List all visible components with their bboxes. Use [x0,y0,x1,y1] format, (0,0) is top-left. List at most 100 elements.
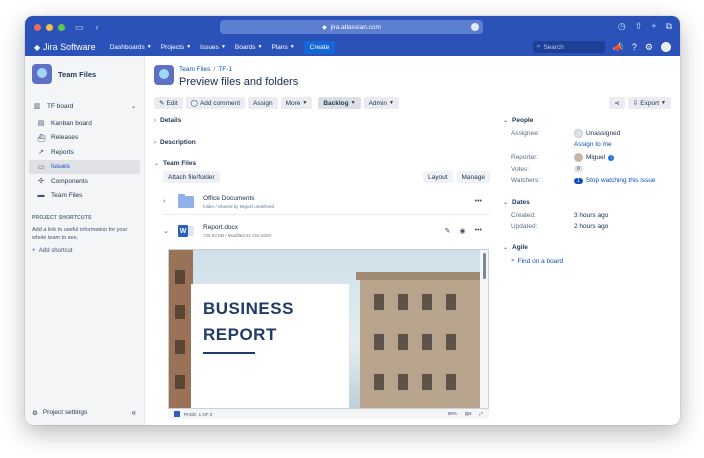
window-shape [422,374,432,390]
fullscreen-icon[interactable]: ⤢ [479,411,483,417]
assign-button[interactable]: Assign [248,97,278,109]
team-files-section-toggle[interactable]: ⌄ Team Files [154,160,196,167]
assign-to-me-link[interactable]: Assign to me [574,141,612,148]
new-tab-icon[interactable]: + [651,21,656,32]
chevron-right-icon[interactable]: › [163,198,175,205]
project-settings-link[interactable]: ⚙ Project settings « [32,408,136,417]
file-row-folder[interactable]: › Office Documents folder / Shared by Mi… [163,189,490,215]
find-on-board-link[interactable]: ⌕ Find on a board [511,257,563,265]
zoom-window-button[interactable] [58,23,65,31]
watchers-count-badge[interactable]: 1 [574,177,583,184]
sidebar-toggle-icon[interactable]: ▭ [75,22,84,33]
created-value: 3 hours ago [574,212,609,219]
updated-label: Updated: [511,223,538,230]
manage-button[interactable]: Manage [456,171,490,183]
gear-icon[interactable]: ⚙ [645,42,653,53]
sidebar-item-kanban-board[interactable]: ▤ Kanban board [29,116,140,131]
more-actions-icon[interactable]: ••• [475,198,482,205]
collapse-sidebar-icon[interactable]: « [132,408,136,417]
file-name[interactable]: Office Documents [203,195,274,202]
sidebar-item-releases[interactable]: ⛴ Releases [29,131,140,146]
create-button[interactable]: Create [303,40,336,54]
section-label: Agile [512,244,528,251]
window-shape [374,294,384,310]
word-file-icon [174,411,180,417]
chevron-down-icon[interactable]: ⌄ [163,227,175,235]
view-mode-icon[interactable]: ▤▾ [465,411,472,417]
more-actions-icon[interactable]: ••• [475,227,482,235]
document-preview[interactable]: BUSINESS REPORT [168,249,489,409]
sidebar-item-issues[interactable]: ▭ Issues [29,159,140,174]
window-shape [374,374,384,390]
help-icon[interactable]: ? [632,42,637,52]
project-shortcuts-heading: PROJECT SHORTCUTS [32,215,92,221]
preview-scrollbar[interactable] [480,250,488,408]
preview-scroll-thumb[interactable] [483,253,486,279]
close-window-button[interactable] [34,23,41,31]
project-header[interactable]: Team Files [25,56,144,84]
agile-section-toggle[interactable]: ⌄ Agile [503,244,528,251]
description-section-toggle[interactable]: › Description [154,139,196,146]
reporter-value[interactable]: Miguel i [574,153,615,162]
back-arrow-icon[interactable]: ‹ [96,22,99,32]
tabs-overview-icon[interactable]: ⧉ [666,21,672,32]
nav-issues[interactable]: Issues ▼ [200,44,226,51]
add-shortcut-link[interactable]: + Add shortcut [32,248,144,254]
people-section-toggle[interactable]: ⌄ People [503,117,533,124]
board-selector[interactable]: ▥ TF board ⌄ [33,102,136,111]
reload-icon[interactable] [471,23,479,31]
sidebar-item-label: Components [51,177,88,185]
issue-view: Team Files / TF-1 Preview files and folder… [145,56,680,425]
edit-button[interactable]: ✎ Edit [154,97,183,109]
minimize-window-button[interactable] [46,23,53,31]
share-button[interactable]: ⋖ [609,97,625,109]
notifications-icon[interactable]: 📣 [613,42,624,53]
layout-button[interactable]: Layout [422,171,453,183]
sidebar-item-reports[interactable]: ↗ Reports [29,145,140,160]
section-label: Team Files [163,160,197,167]
breadcrumb-project-link[interactable]: Team Files [179,66,210,73]
add-comment-button[interactable]: ◯ Add comment [185,97,246,109]
file-row-document[interactable]: ⌄ W Report.docx 725.63 KB / Modified 21-… [163,218,490,244]
votes-count-badge: 0 [574,166,583,172]
eye-icon[interactable]: ◉ [460,227,466,235]
section-label: Dates [512,199,530,206]
search-input[interactable]: ⌕ Search [532,41,605,53]
search-placeholder: Search [543,43,564,51]
window-shape [374,334,384,350]
dates-section-toggle[interactable]: ⌄ Dates [503,199,530,206]
export-label: Export [640,99,660,107]
admin-button[interactable]: Admin ▼ [363,97,399,109]
nav-plans[interactable]: Plans ▼ [271,44,294,51]
nav-projects[interactable]: Projects ▼ [161,44,191,51]
stop-watching-link[interactable]: Stop watching this issue [586,177,656,184]
nav-dashboards[interactable]: Dashboards ▼ [110,44,152,51]
user-avatar[interactable] [661,42,671,52]
nav-boards[interactable]: Boards ▼ [235,44,263,51]
jira-logo[interactable]: ◆ Jira Software [34,42,96,52]
more-button[interactable]: More ▼ [280,97,313,109]
details-section-toggle[interactable]: › Details [154,117,181,124]
share-icon[interactable]: ⇧ [635,21,643,32]
admin-label: Admin [368,99,388,107]
breadcrumb-issue-key-link[interactable]: TF-1 [218,66,232,73]
sidebar-item-components[interactable]: ✣ Components [29,174,140,189]
attach-file-button[interactable]: Attach file/folder [163,171,220,183]
chevron-down-icon: ▼ [257,44,263,50]
pencil-icon[interactable]: ✎ [445,227,451,235]
sidebar-item-team-files[interactable]: ▬ Team Files [29,189,140,204]
chevron-right-icon: › [154,117,156,124]
assignee-value[interactable]: Unassigned [574,129,620,138]
status-button[interactable]: Backlog ▼ [318,97,361,109]
zoom-level[interactable]: 88% [448,411,457,417]
export-button[interactable]: ⇩ Export ▼ [627,97,671,109]
url-text: jira.atlassian.com [330,23,381,31]
chevron-down-icon: ▼ [289,44,295,50]
download-icon[interactable]: ◷ [618,21,626,32]
cornice-shape [356,272,484,280]
votes-value[interactable]: 0 [574,166,583,172]
address-bar[interactable]: ◆ jira.atlassian.com [220,20,483,34]
info-icon[interactable]: i [608,154,615,161]
file-name[interactable]: Report.docx [203,224,271,231]
cover-title-line-2: REPORT [203,325,277,344]
